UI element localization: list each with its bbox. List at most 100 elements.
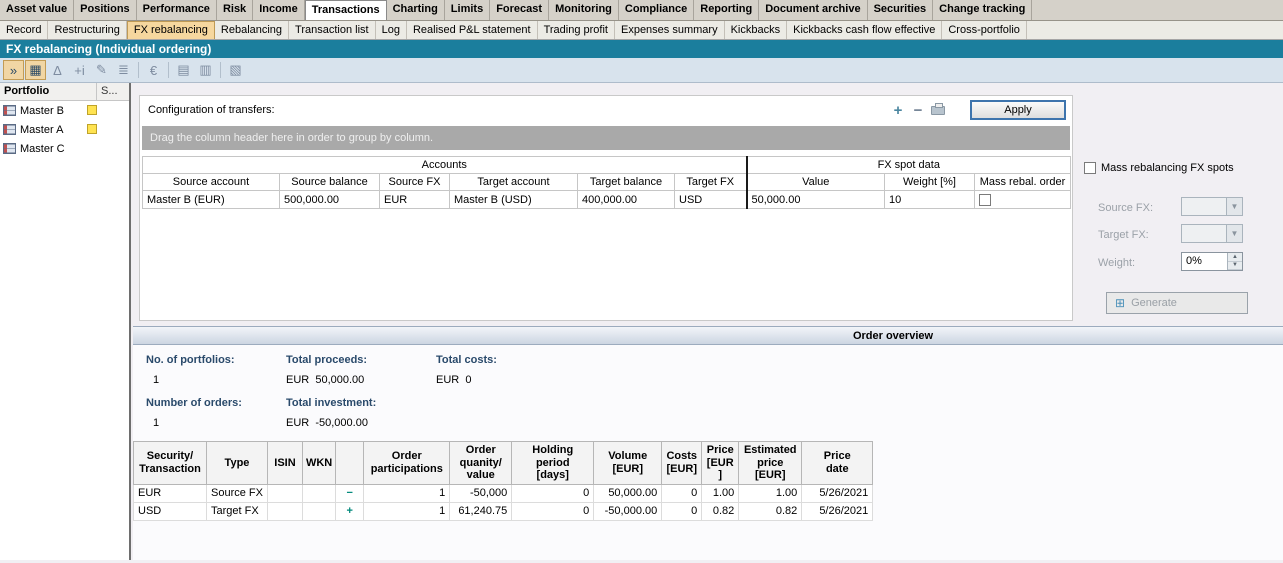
cell-order-participations[interactable]: 1 — [364, 502, 450, 520]
subtab-fx-rebalancing[interactable]: FX rebalancing — [127, 21, 215, 39]
menu-tab[interactable]: Compliance — [619, 0, 694, 20]
column-header[interactable] — [336, 442, 364, 485]
column-header[interactable]: Estimated price [EUR] — [739, 442, 802, 485]
column-header[interactable]: Price [EUR ] — [702, 442, 739, 485]
add-info-icon[interactable]: +i — [69, 60, 90, 80]
edit-icon[interactable]: ✎ — [91, 60, 112, 80]
copy-icon[interactable]: ▧ — [225, 60, 246, 80]
source-fx-select[interactable]: ▼ — [1181, 197, 1243, 216]
cell-costs[interactable]: 0 — [662, 484, 702, 502]
cell-order-participations[interactable]: 1 — [364, 484, 450, 502]
delta-icon[interactable]: Δ — [47, 60, 68, 80]
column-header[interactable]: Type — [207, 442, 268, 485]
subtab[interactable]: Realised P&L statement — [407, 21, 538, 39]
column-header[interactable]: Source balance — [280, 174, 380, 191]
generate-button[interactable]: ⊞ Generate — [1106, 292, 1248, 314]
print-button[interactable] — [928, 101, 948, 119]
order-row[interactable]: EUR Source FX − 1 -50,000 0 50,000.00 0 … — [134, 484, 873, 502]
target-fx-select[interactable]: ▼ — [1181, 224, 1243, 243]
cell-holding-period[interactable]: 0 — [512, 502, 594, 520]
column-header[interactable]: Holding period [days] — [512, 442, 594, 485]
cell-security[interactable]: USD — [134, 502, 207, 520]
column-header[interactable]: Target FX — [675, 174, 747, 191]
portfolio-item-master-c[interactable]: Master C — [0, 139, 129, 158]
cell-security[interactable]: EUR — [134, 484, 207, 502]
cell-price[interactable]: 1.00 — [702, 484, 739, 502]
align-icon[interactable]: ≣ — [113, 60, 134, 80]
grid-icon[interactable]: ▥ — [195, 60, 216, 80]
cell-volume[interactable]: 50,000.00 — [594, 484, 662, 502]
subtab[interactable]: Transaction list — [289, 21, 376, 39]
column-header[interactable]: Target balance — [578, 174, 675, 191]
euro-icon[interactable]: € — [143, 60, 164, 80]
cell-source-account[interactable]: Master B (EUR) — [143, 191, 280, 209]
subtab[interactable]: Kickbacks cash flow effective — [787, 21, 942, 39]
stepper-up-icon[interactable]: ▲ — [1228, 253, 1242, 262]
menu-tab[interactable]: Performance — [137, 0, 217, 20]
portfolio-item-master-a[interactable]: Master A — [0, 120, 129, 139]
subtab[interactable]: Kickbacks — [725, 21, 788, 39]
column-header[interactable]: Value — [747, 174, 885, 191]
column-header[interactable]: WKN — [302, 442, 335, 485]
transfer-row[interactable]: Master B (EUR) 500,000.00 EUR Master B (… — [143, 191, 1071, 209]
apply-button[interactable]: Apply — [970, 100, 1066, 120]
cell-mass-rebal-order[interactable] — [975, 191, 1071, 209]
remove-transfer-button[interactable]: − — [908, 101, 928, 119]
cell-holding-period[interactable]: 0 — [512, 484, 594, 502]
s-column-header[interactable]: S... — [97, 83, 129, 100]
group-by-dropzone[interactable]: Drag the column header here in order to … — [142, 126, 1070, 150]
column-header[interactable]: Volume [EUR] — [594, 442, 662, 485]
column-header[interactable]: Target account — [450, 174, 578, 191]
cell-price[interactable]: 0.82 — [702, 502, 739, 520]
subtab[interactable]: Restructuring — [48, 21, 126, 39]
cell-price-date[interactable]: 5/26/2021 — [802, 484, 873, 502]
cell-source-balance[interactable]: 500,000.00 — [280, 191, 380, 209]
column-header[interactable]: Source FX — [380, 174, 450, 191]
mass-rebal-order-checkbox[interactable] — [979, 194, 991, 206]
cell-target-balance[interactable]: 400,000.00 — [578, 191, 675, 209]
column-header[interactable]: Order quanity/ value — [450, 442, 512, 485]
subtab[interactable]: Expenses summary — [615, 21, 725, 39]
column-header[interactable]: Source account — [143, 174, 280, 191]
column-header[interactable]: Order participations — [364, 442, 450, 485]
column-header[interactable]: Security/ Transaction — [134, 442, 207, 485]
order-row[interactable]: USD Target FX + 1 61,240.75 0 -50,000.00… — [134, 502, 873, 520]
menu-tab[interactable]: Income — [253, 0, 305, 20]
cell-estimated-price[interactable]: 0.82 — [739, 502, 802, 520]
cell-weight[interactable]: 10 — [885, 191, 975, 209]
cell-isin[interactable] — [267, 502, 302, 520]
menu-tab[interactable]: Securities — [868, 0, 934, 20]
cell-price-date[interactable]: 5/26/2021 — [802, 502, 873, 520]
cell-wkn[interactable] — [302, 484, 335, 502]
menu-tab[interactable]: Charting — [387, 0, 445, 20]
cell-source-fx[interactable]: EUR — [380, 191, 450, 209]
cell-value[interactable]: 50,000.00 — [747, 191, 885, 209]
cell-target-fx[interactable]: USD — [675, 191, 747, 209]
column-header[interactable]: Costs [EUR] — [662, 442, 702, 485]
menu-tab[interactable]: Forecast — [490, 0, 549, 20]
menu-tab[interactable]: Limits — [445, 0, 490, 20]
cell-target-account[interactable]: Master B (USD) — [450, 191, 578, 209]
cell-wkn[interactable] — [302, 502, 335, 520]
portfolio-item-master-b[interactable]: Master B — [0, 101, 129, 120]
subtab[interactable]: Cross-portfolio — [942, 21, 1027, 39]
menu-tab[interactable]: Positions — [74, 0, 137, 20]
column-header[interactable]: Weight [%] — [885, 174, 975, 191]
subtab[interactable]: Trading profit — [538, 21, 615, 39]
cell-order-quantity[interactable]: 61,240.75 — [450, 502, 512, 520]
weight-stepper[interactable]: 0% ▲ ▼ — [1181, 252, 1243, 271]
menu-tab[interactable]: Monitoring — [549, 0, 619, 20]
menu-tab[interactable]: Reporting — [694, 0, 759, 20]
cell-type[interactable]: Source FX — [207, 484, 268, 502]
cell-volume[interactable]: -50,000.00 — [594, 502, 662, 520]
column-header[interactable]: ISIN — [267, 442, 302, 485]
column-header[interactable]: Price date — [802, 442, 873, 485]
expand-icon[interactable]: » — [3, 60, 24, 80]
column-header[interactable]: Mass rebal. order — [975, 174, 1071, 191]
cell-type[interactable]: Target FX — [207, 502, 268, 520]
mass-rebalancing-checkbox[interactable] — [1084, 162, 1096, 174]
notes-icon[interactable]: ▤ — [173, 60, 194, 80]
add-transfer-button[interactable]: + — [888, 101, 908, 119]
menu-tab[interactable]: Risk — [217, 0, 253, 20]
menu-tab-transactions[interactable]: Transactions — [305, 0, 387, 20]
